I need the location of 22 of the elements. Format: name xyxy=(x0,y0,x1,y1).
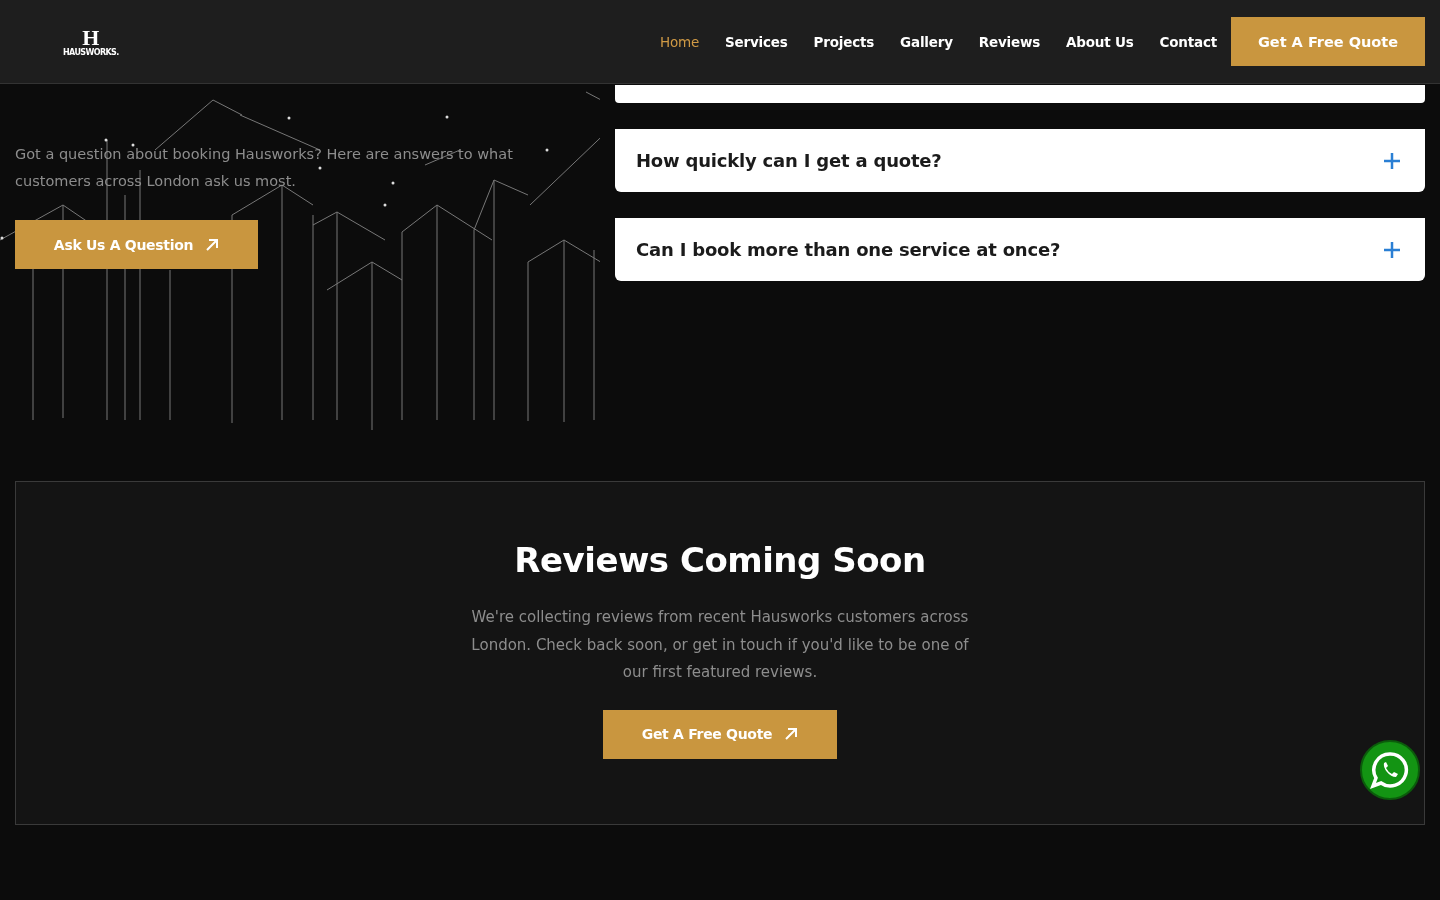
reviews-text: We're collecting reviews from recent Hausworks customers across London. Check back soon, or get in touch if you'd like to be one of our first featured reviews. xyxy=(470,607,970,683)
plus-icon xyxy=(1383,240,1401,259)
reviews-title: Reviews Coming Soon xyxy=(514,540,926,580)
faq-item[interactable]: How quickly can I get a quote? xyxy=(615,129,1425,192)
arrow-up-right-icon xyxy=(784,727,799,741)
nav-link[interactable]: Services xyxy=(725,33,788,50)
nav-link[interactable]: Projects xyxy=(813,33,875,50)
nav-link[interactable]: About Us xyxy=(1066,33,1134,50)
nav-link[interactable]: Home xyxy=(659,33,699,50)
faq-question: How quickly can I get a quote? xyxy=(636,150,942,171)
arrow-up-right-icon xyxy=(205,237,220,252)
nav-link[interactable]: Gallery xyxy=(900,33,953,50)
nav-link[interactable]: Contact xyxy=(1159,33,1217,50)
phone-bubble-icon xyxy=(1370,750,1410,790)
faq-item[interactable]: Can I book more than one service at once? xyxy=(615,218,1425,281)
logo[interactable]: H HAUSWORKS. xyxy=(63,26,119,57)
logo-wordmark: HAUSWORKS. xyxy=(63,48,119,57)
intro-text: Got a question about booking Hausworks? Here are answers to what customers across London ask us most. xyxy=(15,145,514,191)
nav-link[interactable]: Reviews xyxy=(978,33,1040,50)
plus-icon xyxy=(1383,151,1401,170)
faq-question: Can I book more than one service at once? xyxy=(636,239,1061,260)
logo-mark: H xyxy=(82,26,100,49)
